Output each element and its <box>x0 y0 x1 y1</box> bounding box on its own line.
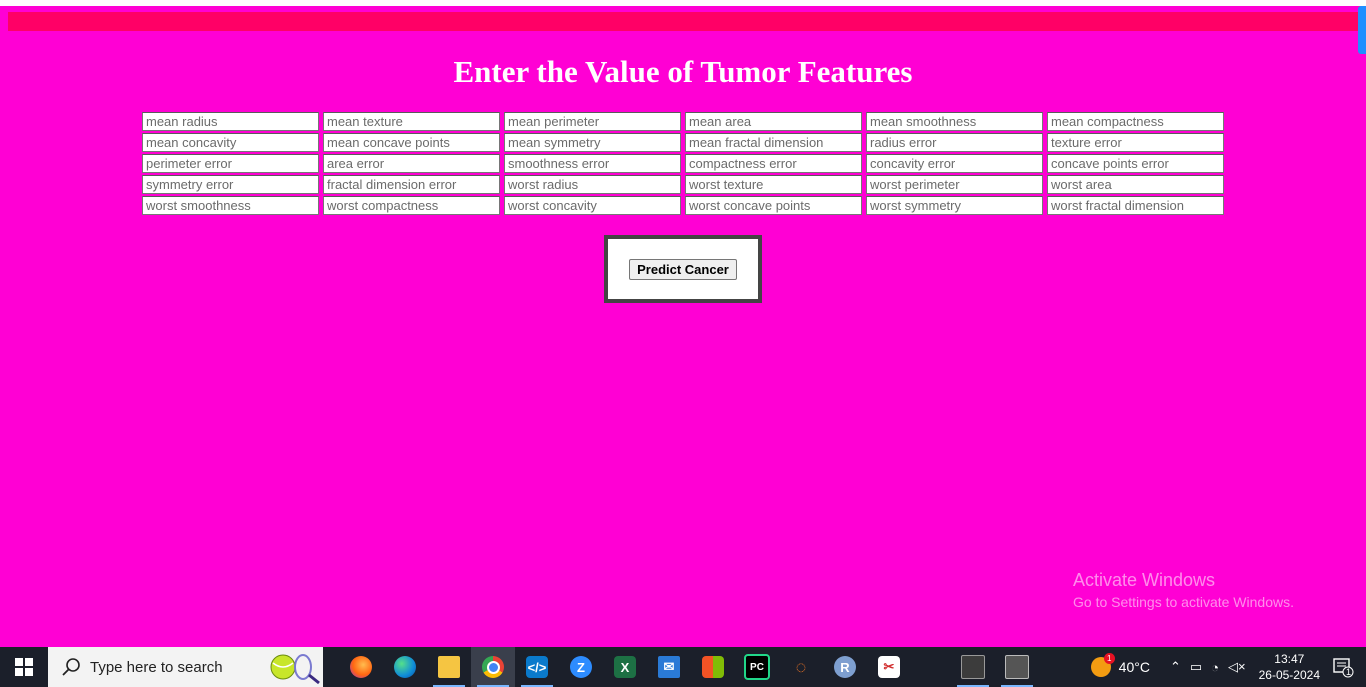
taskbar-app-zoom[interactable]: Z <box>559 647 603 687</box>
taskbar-app-firefox[interactable] <box>339 647 383 687</box>
temperature: 40°C <box>1118 659 1150 675</box>
feature-input[interactable] <box>685 196 862 215</box>
chrome-icon <box>482 656 504 678</box>
taskbar-app-chrome[interactable] <box>471 647 515 687</box>
search-icon <box>62 658 80 676</box>
feature-input-grid <box>142 112 1224 215</box>
volume-muted-icon[interactable]: ◁× <box>1228 659 1246 675</box>
taskbar-app-jupyter[interactable]: ◌ <box>779 647 823 687</box>
pinned-apps: </> Z X ✉ PC ◌ R ✂ <box>339 647 1039 687</box>
notification-center-button[interactable]: 1 <box>1332 656 1354 678</box>
jupyter-icon: ◌ <box>795 656 807 677</box>
taskbar-app-window[interactable] <box>995 647 1039 687</box>
clock[interactable]: 13:47 26-05-2024 <box>1259 651 1320 683</box>
weather-icon: 1 <box>1090 653 1115 677</box>
feature-input[interactable] <box>142 175 319 194</box>
taskbar-app-snipping-tool[interactable]: ✂ <box>867 647 911 687</box>
feature-input[interactable] <box>323 133 500 152</box>
feature-input[interactable] <box>323 175 500 194</box>
taskbar-search-box[interactable]: Type here to search <box>48 647 323 687</box>
feature-input[interactable] <box>1047 154 1224 173</box>
windows-logo-icon <box>15 658 33 676</box>
taskbar-app-edge[interactable] <box>383 647 427 687</box>
header-accent-bar <box>8 12 1358 31</box>
vscode-icon: </> <box>526 656 548 678</box>
watermark-title: Activate Windows <box>1073 570 1216 590</box>
search-highlight-icon <box>270 654 320 685</box>
system-tray: 1 40°C ⌃ ▭ ◔ ◁× 13:47 26-05-2024 1 <box>1090 647 1366 687</box>
terminal-icon <box>961 655 985 679</box>
taskbar-app-vscode[interactable]: </> <box>515 647 559 687</box>
feature-input[interactable] <box>1047 133 1224 152</box>
browser-top-edge <box>0 0 1366 6</box>
feature-input[interactable] <box>1047 196 1224 215</box>
mail-icon: ✉ <box>658 656 680 678</box>
taskbar-app-store[interactable] <box>691 647 735 687</box>
feature-input[interactable] <box>504 154 681 173</box>
feature-input[interactable] <box>866 154 1043 173</box>
zoom-icon: Z <box>570 656 592 678</box>
excel-icon: X <box>614 656 636 678</box>
taskbar-app-terminal[interactable] <box>951 647 995 687</box>
feature-input[interactable] <box>504 196 681 215</box>
feature-input[interactable] <box>685 175 862 194</box>
feature-input[interactable] <box>1047 112 1224 131</box>
feature-input[interactable] <box>142 196 319 215</box>
taskbar-app-excel[interactable]: X <box>603 647 647 687</box>
start-button[interactable] <box>0 647 48 687</box>
taskbar-app-file-explorer[interactable] <box>427 647 471 687</box>
pycharm-icon: PC <box>744 654 770 680</box>
network-icon[interactable]: ◔ <box>1211 660 1219 675</box>
predict-container: Predict Cancer <box>604 235 762 303</box>
snipping-tool-icon: ✂ <box>878 656 900 678</box>
r-icon: R <box>834 656 856 678</box>
feature-input[interactable] <box>866 112 1043 131</box>
edge-icon <box>394 656 416 678</box>
feature-input[interactable] <box>504 112 681 131</box>
notification-count: 1 <box>1345 667 1351 677</box>
window-icon <box>1005 655 1029 679</box>
feature-input[interactable] <box>504 175 681 194</box>
watermark-subtitle: Go to Settings to activate Windows. <box>1073 594 1294 610</box>
search-placeholder: Type here to search <box>90 658 223 676</box>
feature-input[interactable] <box>1047 175 1224 194</box>
clock-time: 13:47 <box>1274 652 1305 666</box>
activation-watermark: Activate Windows Go to Settings to activ… <box>1073 570 1294 610</box>
predict-cancer-button[interactable]: Predict Cancer <box>629 258 737 280</box>
feature-input[interactable] <box>866 133 1043 152</box>
weather-badge: 1 <box>1103 653 1115 664</box>
store-icon <box>702 656 724 678</box>
taskbar-app-pycharm[interactable]: PC <box>735 647 779 687</box>
taskbar: Type here to search </> Z X ✉ PC ◌ R ✂ 1… <box>0 647 1366 687</box>
firefox-icon <box>350 656 372 678</box>
taskbar-app-mail[interactable]: ✉ <box>647 647 691 687</box>
page-title: Enter the Value of Tumor Features <box>453 54 913 89</box>
clock-date: 26-05-2024 <box>1258 668 1320 682</box>
taskbar-app-r[interactable]: R <box>823 647 867 687</box>
feature-input[interactable] <box>323 154 500 173</box>
feature-input[interactable] <box>685 133 862 152</box>
feature-input[interactable] <box>142 112 319 131</box>
feature-input[interactable] <box>504 133 681 152</box>
feature-input[interactable] <box>866 175 1043 194</box>
feature-input[interactable] <box>685 112 862 131</box>
feature-input[interactable] <box>866 196 1043 215</box>
feature-input[interactable] <box>685 154 862 173</box>
feature-input[interactable] <box>142 154 319 173</box>
feature-input[interactable] <box>323 196 500 215</box>
feature-input[interactable] <box>323 112 500 131</box>
weather-widget[interactable]: 1 40°C <box>1090 653 1150 677</box>
file-explorer-icon <box>438 656 460 678</box>
battery-icon[interactable]: ▭ <box>1190 659 1202 675</box>
feature-input[interactable] <box>142 133 319 152</box>
chevron-up-icon[interactable]: ⌃ <box>1170 659 1181 675</box>
scrollbar-thumb[interactable] <box>1358 6 1366 54</box>
